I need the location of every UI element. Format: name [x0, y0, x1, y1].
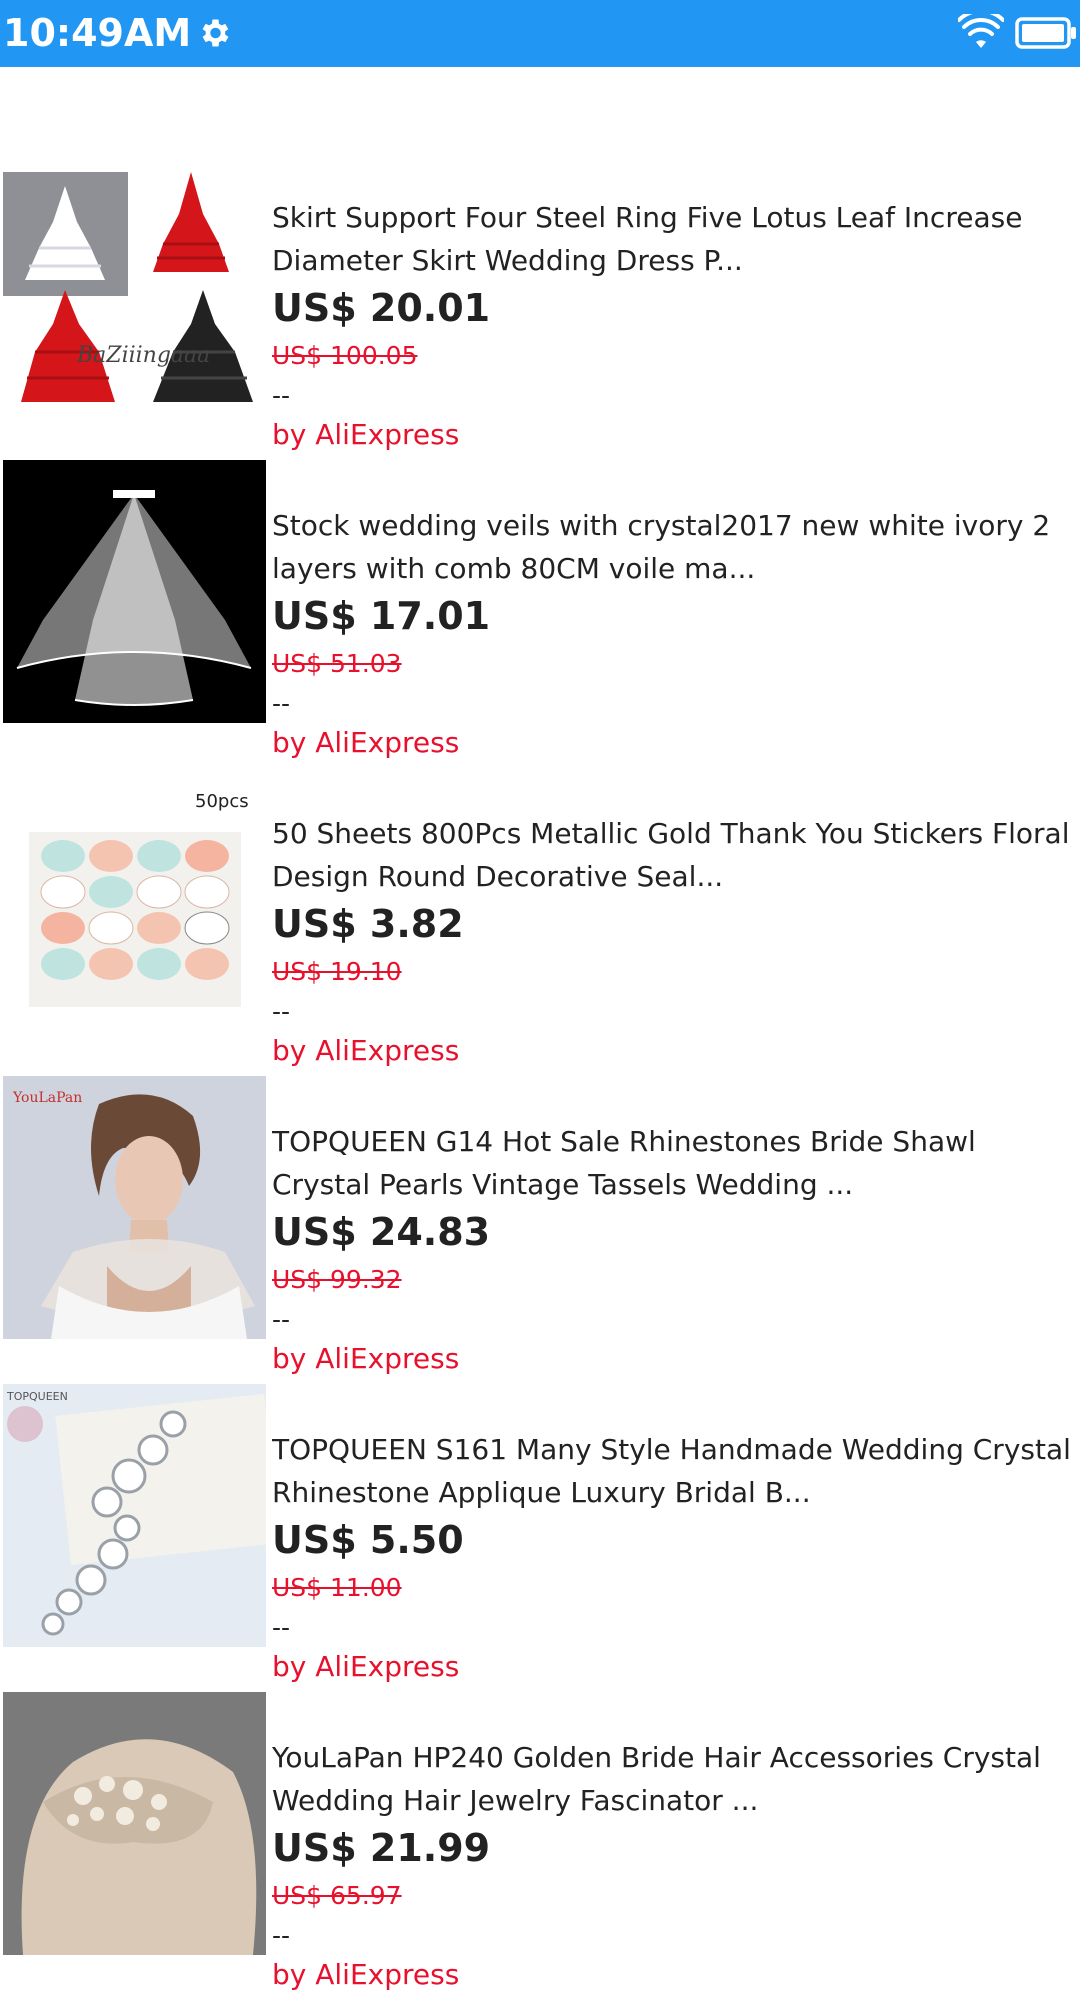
product-rating: -- — [272, 381, 291, 410]
product-original-price: US$ 51.03 — [272, 649, 402, 678]
product-rating: -- — [272, 1305, 291, 1334]
wifi-icon — [958, 14, 1004, 48]
product-price: US$ 24.83 — [272, 1210, 491, 1254]
product-item[interactable]: TOPQUEEN TOPQUEEN S161 Many Style Handma… — [0, 1364, 1080, 1683]
product-rating: -- — [272, 997, 291, 1026]
product-image[interactable]: TOPQUEEN — [3, 1384, 266, 1647]
product-price: US$ 17.01 — [272, 594, 491, 638]
product-price: US$ 3.82 — [272, 902, 464, 946]
product-rating: -- — [272, 1921, 291, 1950]
product-title[interactable]: Stock wedding veils with crystal2017 new… — [272, 504, 1076, 590]
product-original-price: US$ 11.00 — [272, 1573, 402, 1602]
product-original-price: US$ 19.10 — [272, 957, 402, 986]
product-price: US$ 21.99 — [272, 1826, 491, 1870]
product-image[interactable] — [3, 460, 266, 723]
gear-icon — [202, 19, 229, 47]
product-image[interactable]: 50pcs — [3, 768, 266, 1031]
product-price: US$ 20.01 — [272, 286, 491, 330]
product-item[interactable]: YouLaPan HP240 Golden Bride Hair Accesso… — [0, 1672, 1080, 1991]
product-rating: -- — [272, 1613, 291, 1642]
status-bar: 10:49AM — [0, 0, 1080, 67]
product-item[interactable]: 50pcs 50 Sheets 800Pcs Metallic Gold Tha… — [0, 748, 1080, 1067]
product-rating: -- — [272, 689, 291, 718]
product-item[interactable]: Stock wedding veils with crystal2017 new… — [0, 440, 1080, 759]
product-image[interactable]: YouLaPan — [3, 1076, 266, 1339]
status-time: 10:49AM — [3, 11, 192, 55]
product-image-watermark: BaZiiingaaa — [76, 343, 210, 368]
product-title[interactable]: YouLaPan HP240 Golden Bride Hair Accesso… — [272, 1736, 1076, 1822]
product-image[interactable] — [3, 1692, 266, 1955]
product-title[interactable]: TOPQUEEN G14 Hot Sale Rhinestones Bride … — [272, 1120, 1076, 1206]
product-original-price: US$ 100.05 — [272, 341, 418, 370]
product-title[interactable]: TOPQUEEN S161 Many Style Handmade Weddin… — [272, 1428, 1076, 1514]
product-image-brand: TOPQUEEN — [6, 1390, 68, 1403]
product-image-brand: YouLaPan — [12, 1090, 82, 1106]
battery-icon — [1015, 17, 1076, 49]
product-original-price: US$ 99.32 — [272, 1265, 402, 1294]
product-seller: by AliExpress — [272, 1958, 460, 1991]
product-title[interactable]: 50 Sheets 800Pcs Metallic Gold Thank You… — [272, 812, 1076, 898]
product-image[interactable]: BaZiiingaaa — [3, 152, 266, 415]
product-item[interactable]: BaZiiingaaa Skirt Support Four Steel Rin… — [0, 132, 1080, 451]
product-image-text: 50pcs — [195, 791, 249, 812]
product-item[interactable]: YouLaPan TOPQUEEN G14 Hot Sale Rhineston… — [0, 1056, 1080, 1375]
product-original-price: US$ 65.97 — [272, 1881, 402, 1910]
product-title[interactable]: Skirt Support Four Steel Ring Five Lotus… — [272, 196, 1076, 282]
product-price: US$ 5.50 — [272, 1518, 464, 1562]
